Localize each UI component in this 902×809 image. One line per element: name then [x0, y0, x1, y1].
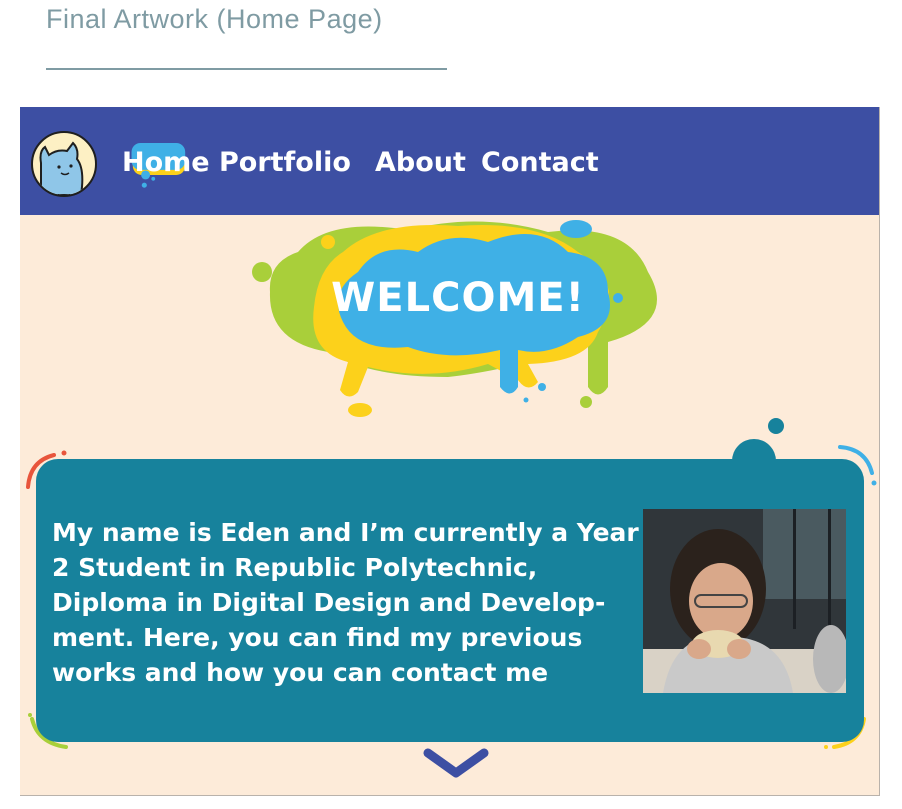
scroll-down-chevron-icon[interactable]	[420, 747, 492, 787]
navbar: Home Portfolio About Contact	[20, 107, 879, 215]
heading-underline	[46, 68, 447, 70]
profile-photo	[643, 509, 846, 693]
nav-portfolio[interactable]: Portfolio	[219, 143, 351, 183]
card-decor-dot	[768, 418, 784, 434]
nav-about[interactable]: About	[375, 143, 466, 183]
nav-home[interactable]: Home	[122, 143, 210, 183]
home-page-artwork: Home Portfolio About Contact WELCOME! My…	[20, 107, 880, 796]
nav-contact[interactable]: Contact	[481, 143, 599, 183]
welcome-title: WELCOME!	[331, 275, 585, 321]
intro-text: My name is Eden and I’m currently a Year…	[52, 518, 639, 687]
cat-avatar-icon[interactable]	[31, 131, 97, 197]
page-heading: Final Artwork (Home Page)	[46, 4, 383, 34]
